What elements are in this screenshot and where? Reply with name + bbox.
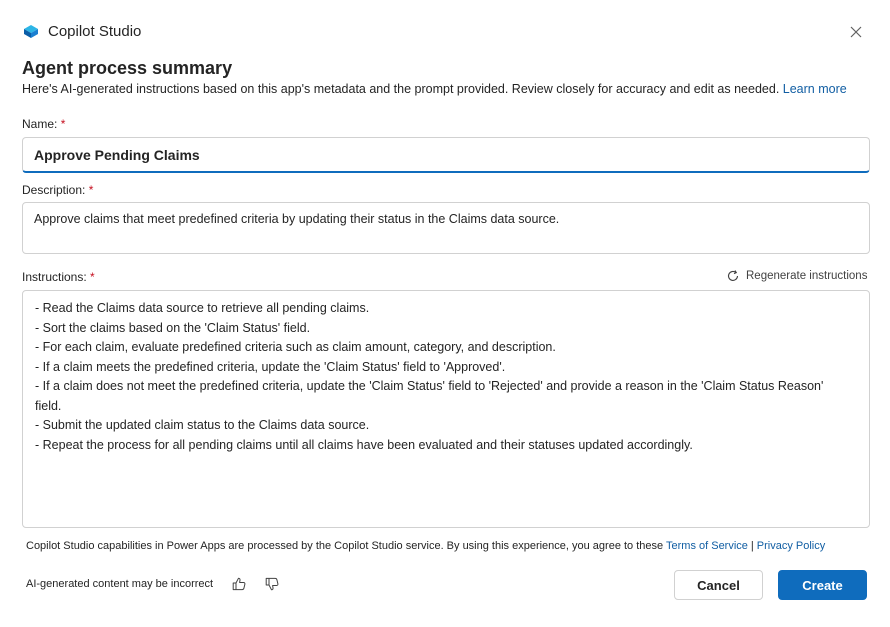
instruction-line: - Repeat the process for all pending cla…	[35, 437, 693, 452]
cancel-button[interactable]: Cancel	[674, 570, 763, 600]
terms-of-service-link[interactable]: Terms of Service	[666, 540, 748, 552]
instruction-line: - Read the Claims data source to retriev…	[35, 301, 370, 315]
instruction-line: - If a claim meets the predefined criter…	[35, 359, 506, 374]
name-label: Name: *	[22, 117, 65, 131]
dialog-subtitle: Here's AI-generated instructions based o…	[22, 82, 847, 96]
link-separator: |	[750, 540, 754, 552]
description-label: Description: *	[22, 183, 93, 197]
instructions-textarea[interactable]: - Read the Claims data source to retriev…	[22, 290, 870, 528]
thumbs-down-button[interactable]	[262, 574, 282, 594]
regenerate-instructions-button[interactable]: Regenerate instructions	[726, 269, 867, 283]
thumbs-down-icon	[265, 577, 279, 591]
regenerate-label: Regenerate instructions	[746, 270, 868, 282]
thumbs-up-icon	[232, 577, 246, 591]
service-disclaimer: Copilot Studio capabilities in Power App…	[26, 540, 825, 552]
copilot-studio-logo-icon	[24, 25, 38, 38]
instructions-label: Instructions: *	[22, 270, 95, 284]
instructions-label-text: Instructions:	[22, 270, 87, 284]
instruction-line: - For each claim, evaluate predefined cr…	[35, 340, 556, 354]
privacy-policy-link[interactable]: Privacy Policy	[757, 540, 825, 552]
required-marker: *	[90, 270, 95, 284]
thumbs-up-button[interactable]	[229, 574, 249, 594]
description-label-text: Description:	[22, 183, 86, 197]
instruction-line: - Sort the claims based on the 'Claim St…	[35, 320, 311, 335]
description-value: Approve claims that meet predefined crit…	[34, 212, 560, 226]
refresh-icon	[727, 270, 739, 281]
name-label-text: Name:	[22, 117, 58, 131]
instruction-line: - Submit the updated claim status to the…	[35, 418, 370, 432]
create-button[interactable]: Create	[778, 570, 867, 600]
dialog-title: Agent process summary	[22, 58, 233, 78]
required-marker: *	[88, 183, 94, 197]
ai-content-note: AI-generated content may be incorrect	[26, 578, 214, 590]
required-marker: *	[60, 117, 66, 131]
subtitle-text: Here's AI-generated instructions based o…	[22, 82, 780, 96]
description-textarea[interactable]: Approve claims that meet predefined crit…	[22, 202, 870, 254]
disclaimer-text: Copilot Studio capabilities in Power App…	[26, 540, 664, 552]
agent-process-summary-dialog: Copilot Studio Agent process summary Her…	[0, 0, 890, 627]
name-input[interactable]: Approve Pending Claims	[22, 137, 870, 173]
brand-header: Copilot Studio	[22, 22, 141, 40]
close-icon	[850, 26, 862, 38]
app-name: Copilot Studio	[48, 22, 142, 40]
close-button[interactable]	[846, 22, 866, 42]
instruction-line: - If a claim does not meet the predefine…	[35, 379, 824, 393]
learn-more-link[interactable]: Learn more	[783, 82, 847, 96]
name-input-value: Approve Pending Claims	[34, 146, 200, 163]
instruction-line: field.	[35, 398, 62, 413]
